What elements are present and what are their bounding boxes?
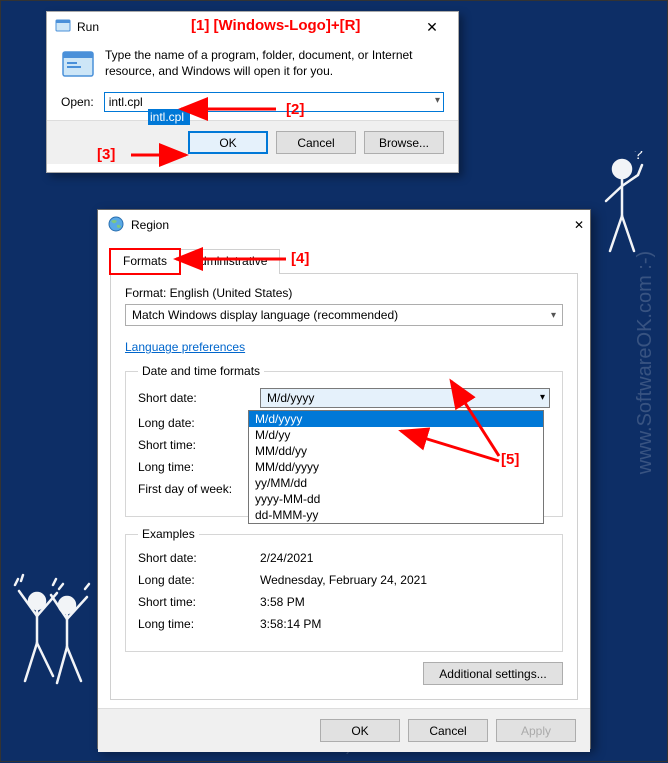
date-time-formats-legend: Date and time formats [138, 364, 264, 378]
stick-figure-cheering [9, 571, 99, 701]
chevron-down-icon: ▾ [551, 310, 556, 321]
long-time-label: Long time: [138, 460, 260, 474]
run-titlebar: Run ✕ [47, 12, 458, 42]
short-date-option[interactable]: MM/dd/yy [249, 443, 543, 459]
stick-figure-thinking: ? [592, 151, 652, 271]
run-cancel-button[interactable]: Cancel [276, 131, 356, 154]
region-tabstrip: Formats Administrative [110, 248, 578, 274]
region-title: Region [131, 218, 169, 232]
examples-group: Examples Short date:2/24/2021 Long date:… [125, 527, 563, 652]
ex-long-time-label: Long time: [138, 617, 260, 631]
run-open-label: Open: [61, 95, 94, 109]
run-button-row: OK Cancel Browse... [47, 120, 458, 164]
tab-administrative[interactable]: Administrative [179, 249, 280, 274]
ex-short-date-label: Short date: [138, 551, 260, 565]
ex-short-date-value: 2/24/2021 [260, 551, 313, 565]
short-date-combo[interactable]: M/d/yyyy ▾ [260, 388, 550, 408]
run-app-icon [61, 48, 95, 82]
tab-formats[interactable]: Formats [110, 249, 180, 274]
run-browse-button[interactable]: Browse... [364, 131, 444, 154]
short-date-option[interactable]: yyyy-MM-dd [249, 491, 543, 507]
format-combo-value: Match Windows display language (recommen… [132, 308, 398, 322]
first-day-label: First day of week: [138, 482, 260, 496]
region-ok-button[interactable]: OK [320, 719, 400, 742]
format-label: Format: English (United States) [125, 286, 563, 300]
short-time-label: Short time: [138, 438, 260, 452]
region-titlebar: Region ✕ [98, 210, 590, 240]
short-date-value: M/d/yyyy [267, 391, 314, 405]
short-date-option[interactable]: M/d/yy [249, 427, 543, 443]
run-input-selection: intl.cpl [148, 109, 190, 125]
format-combo[interactable]: Match Windows display language (recommen… [125, 304, 563, 326]
region-close-button[interactable]: ✕ [574, 218, 584, 232]
region-cancel-button[interactable]: Cancel [408, 719, 488, 742]
ex-long-date-label: Long date: [138, 573, 260, 587]
short-date-option[interactable]: M/d/yyyy [249, 411, 543, 427]
run-ok-button[interactable]: OK [188, 131, 268, 154]
run-dialog: Run ✕ Type the name of a program, folder… [46, 11, 459, 173]
region-button-row: OK Cancel Apply [98, 708, 590, 752]
language-preferences-link[interactable]: Language preferences [125, 340, 245, 354]
short-date-option[interactable]: MM/dd/yyyy [249, 459, 543, 475]
ex-long-date-value: Wednesday, February 24, 2021 [260, 573, 427, 587]
short-date-option[interactable]: yy/MM/dd [249, 475, 543, 491]
short-date-option[interactable]: dd-MMM-yy [249, 507, 543, 523]
short-date-dropdown[interactable]: M/d/yyyy M/d/yy MM/dd/yy MM/dd/yyyy yy/M… [248, 410, 544, 524]
region-apply-button[interactable]: Apply [496, 719, 576, 742]
ex-short-time-label: Short time: [138, 595, 260, 609]
region-dialog: Region ✕ Formats Administrative Format: … [97, 209, 591, 749]
long-date-label: Long date: [138, 416, 260, 430]
ex-long-time-value: 3:58:14 PM [260, 617, 321, 631]
watermark-right: www.SoftwareOK.com :-) [634, 251, 657, 474]
ex-short-time-value: 3:58 PM [260, 595, 305, 609]
additional-settings-button[interactable]: Additional settings... [423, 662, 563, 685]
short-date-label: Short date: [138, 391, 260, 405]
run-title: Run [77, 20, 99, 34]
chevron-down-icon: ▾ [540, 392, 545, 403]
svg-text:?: ? [634, 151, 643, 163]
chevron-down-icon[interactable]: ▾ [435, 95, 440, 106]
run-window-icon [55, 18, 71, 37]
run-description: Type the name of a program, folder, docu… [105, 48, 444, 82]
run-close-button[interactable]: ✕ [412, 19, 452, 36]
globe-icon [108, 216, 124, 235]
examples-legend: Examples [138, 527, 199, 541]
